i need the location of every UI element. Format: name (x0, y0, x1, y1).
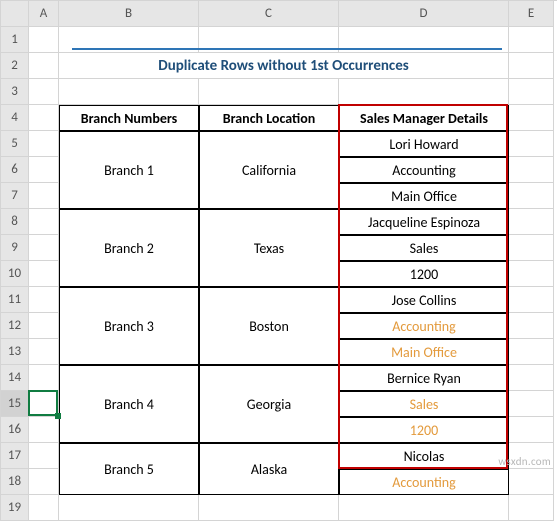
details-cell[interactable]: Sales (339, 391, 509, 417)
empty-cell[interactable] (29, 79, 59, 105)
empty-cell[interactable] (29, 53, 59, 79)
branch-cell[interactable]: Branch 3 (59, 287, 199, 365)
empty-cell[interactable] (59, 79, 199, 105)
empty-cell[interactable] (29, 27, 59, 53)
empty-cell[interactable] (29, 183, 59, 209)
empty-cell[interactable] (509, 209, 554, 235)
details-cell[interactable]: Accounting (339, 469, 509, 495)
empty-cell[interactable] (29, 469, 59, 495)
empty-cell[interactable] (509, 313, 554, 339)
details-cell[interactable]: 1200 (339, 261, 509, 287)
column-header-E[interactable]: E (509, 1, 554, 27)
row-header-9[interactable]: 9 (1, 235, 29, 261)
details-cell[interactable]: Sales (339, 235, 509, 261)
empty-cell[interactable] (29, 339, 59, 365)
row-header-18[interactable]: 18 (1, 469, 29, 495)
location-cell[interactable]: Georgia (199, 365, 339, 443)
branch-cell[interactable]: Branch 4 (59, 365, 199, 443)
empty-cell[interactable] (509, 105, 554, 131)
table-header-branch: Branch Numbers (59, 105, 199, 131)
empty-cell[interactable] (509, 417, 554, 443)
empty-cell[interactable] (509, 495, 554, 521)
empty-cell[interactable] (509, 157, 554, 183)
row-header-3[interactable]: 3 (1, 79, 29, 105)
empty-cell[interactable] (339, 79, 509, 105)
details-cell[interactable]: Lori Howard (339, 131, 509, 157)
watermark-text: wsxdn.com (498, 455, 551, 468)
details-cell[interactable]: Nicolas (339, 443, 509, 469)
empty-cell[interactable] (509, 79, 554, 105)
empty-cell[interactable] (29, 287, 59, 313)
row-header-17[interactable]: 17 (1, 443, 29, 469)
column-header-B[interactable]: B (59, 1, 199, 27)
empty-cell[interactable] (29, 157, 59, 183)
row-header-2[interactable]: 2 (1, 53, 29, 79)
row-header-8[interactable]: 8 (1, 209, 29, 235)
empty-cell[interactable] (509, 131, 554, 157)
title-underline (72, 48, 502, 50)
row-header-4[interactable]: 4 (1, 105, 29, 131)
empty-cell[interactable] (29, 495, 59, 521)
empty-cell[interactable] (29, 391, 59, 417)
column-header-A[interactable]: A (29, 1, 59, 27)
row-header-7[interactable]: 7 (1, 183, 29, 209)
row-header-12[interactable]: 12 (1, 313, 29, 339)
row-header-6[interactable]: 6 (1, 157, 29, 183)
row-header-15[interactable]: 15 (1, 391, 29, 417)
table-header-location: Branch Location (199, 105, 339, 131)
empty-cell[interactable] (59, 495, 199, 521)
empty-cell[interactable] (509, 469, 554, 495)
row-header-11[interactable]: 11 (1, 287, 29, 313)
empty-cell[interactable] (509, 391, 554, 417)
row-header-13[interactable]: 13 (1, 339, 29, 365)
empty-cell[interactable] (29, 105, 59, 131)
details-cell[interactable]: Accounting (339, 157, 509, 183)
details-cell[interactable]: 1200 (339, 417, 509, 443)
details-cell[interactable]: Accounting (339, 313, 509, 339)
column-header-C[interactable]: C (199, 1, 339, 27)
details-cell[interactable]: Main Office (339, 339, 509, 365)
row-header-10[interactable]: 10 (1, 261, 29, 287)
empty-cell[interactable] (199, 79, 339, 105)
empty-cell[interactable] (29, 261, 59, 287)
select-all-corner[interactable] (1, 1, 29, 27)
empty-cell[interactable] (29, 417, 59, 443)
empty-cell[interactable] (339, 495, 509, 521)
branch-cell[interactable]: Branch 1 (59, 131, 199, 209)
empty-cell[interactable] (29, 313, 59, 339)
empty-cell[interactable] (509, 261, 554, 287)
empty-cell[interactable] (509, 183, 554, 209)
page-title: Duplicate Rows without 1st Occurrences (59, 53, 509, 79)
empty-cell[interactable] (509, 235, 554, 261)
row-header-14[interactable]: 14 (1, 365, 29, 391)
empty-cell[interactable] (509, 365, 554, 391)
details-cell[interactable]: Main Office (339, 183, 509, 209)
empty-cell[interactable] (29, 443, 59, 469)
empty-cell[interactable] (199, 495, 339, 521)
table-header-details: Sales Manager Details (339, 105, 509, 131)
row-header-16[interactable]: 16 (1, 417, 29, 443)
row-header-5[interactable]: 5 (1, 131, 29, 157)
empty-cell[interactable] (509, 339, 554, 365)
location-cell[interactable]: Boston (199, 287, 339, 365)
details-cell[interactable]: Jacqueline Espinoza (339, 209, 509, 235)
empty-cell[interactable] (29, 365, 59, 391)
details-cell[interactable]: Jose Collins (339, 287, 509, 313)
row-header-19[interactable]: 19 (1, 495, 29, 521)
column-header-D[interactable]: D (339, 1, 509, 27)
empty-cell[interactable] (29, 235, 59, 261)
details-cell[interactable]: Bernice Ryan (339, 365, 509, 391)
empty-cell[interactable] (29, 209, 59, 235)
location-cell[interactable]: California (199, 131, 339, 209)
location-cell[interactable]: Alaska (199, 443, 339, 495)
empty-cell[interactable] (509, 287, 554, 313)
row-header-1[interactable]: 1 (1, 27, 29, 53)
empty-cell[interactable] (509, 27, 554, 53)
branch-cell[interactable]: Branch 5 (59, 443, 199, 495)
branch-cell[interactable]: Branch 2 (59, 209, 199, 287)
empty-cell[interactable] (509, 53, 554, 79)
spreadsheet-grid[interactable]: ABCDE 12 Duplicate Rows without 1st Occurr… (0, 0, 557, 521)
empty-cell[interactable] (29, 131, 59, 157)
location-cell[interactable]: Texas (199, 209, 339, 287)
